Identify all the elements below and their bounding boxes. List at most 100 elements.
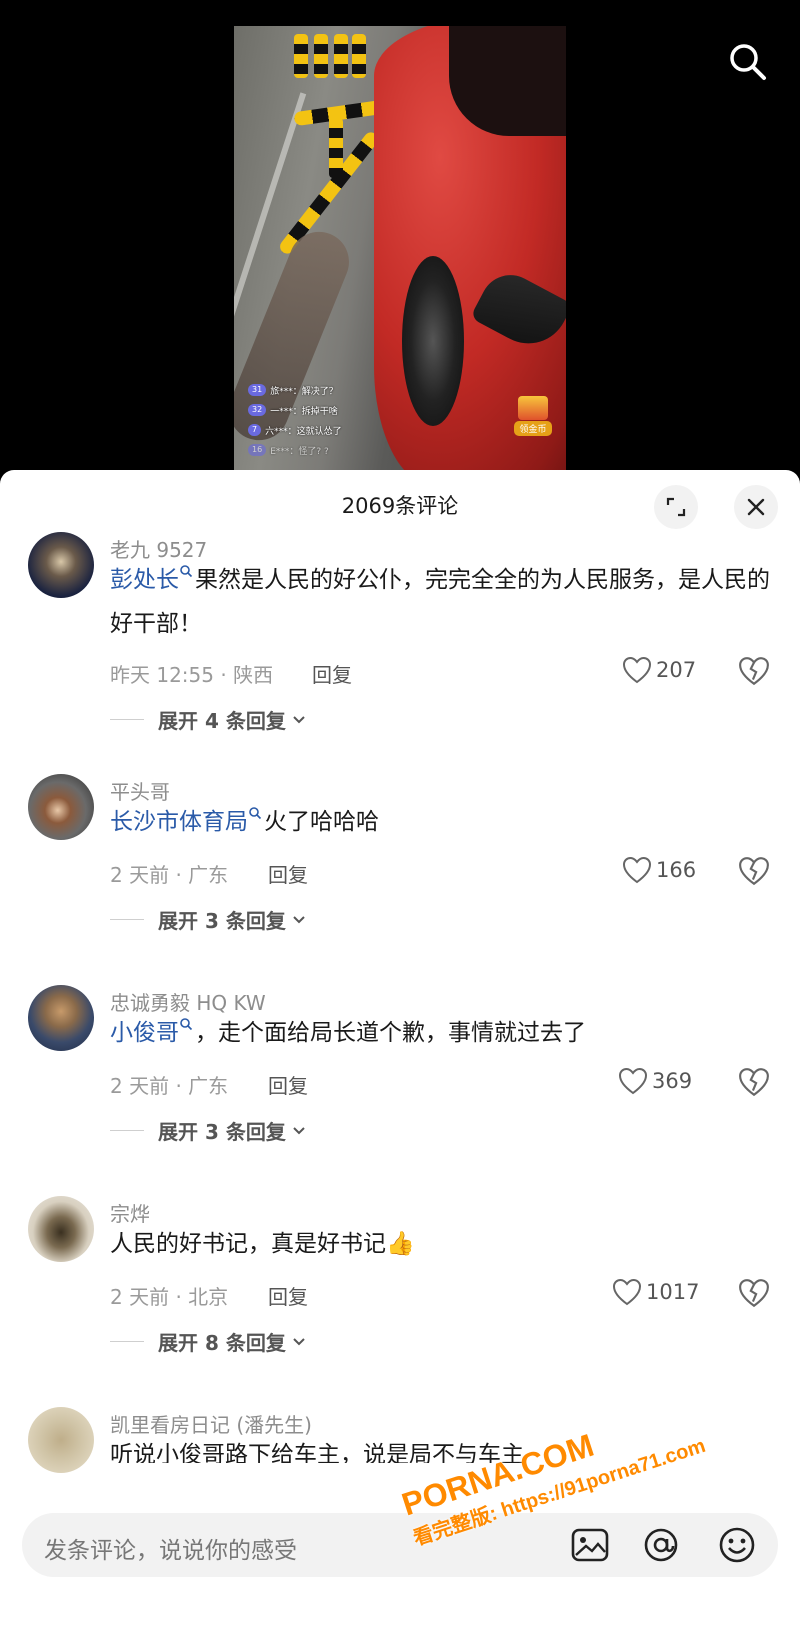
heart-icon: [622, 656, 652, 684]
expand-replies-label: 展开 3 条回复: [158, 1120, 286, 1144]
avatar[interactable]: [28, 1196, 94, 1262]
heart-icon: [618, 1067, 648, 1095]
chevron-down-icon: [293, 1126, 305, 1134]
level-badge: 31: [248, 384, 267, 396]
video-area[interactable]: 31 旅***：解决了？ 32 一***：拆掉干啥 7 六***：这就认怂了 1…: [0, 0, 800, 475]
dislike-button[interactable]: [738, 1067, 770, 1097]
at-icon: [644, 1528, 678, 1562]
danmaku-item: 16 E***：怪了? ?: [248, 440, 342, 460]
close-icon: [747, 498, 765, 516]
like-button[interactable]: 369: [618, 1067, 692, 1095]
search-mention-icon: [180, 565, 193, 578]
expand-panel-button[interactable]: [654, 485, 698, 529]
comment-text: 人民的好书记，真是好书记👍: [110, 1231, 415, 1257]
level-badge: 16: [248, 444, 267, 456]
level-badge: 32: [248, 404, 267, 416]
search-button[interactable]: [728, 42, 768, 82]
avatar[interactable]: [28, 774, 94, 840]
expand-replies-button[interactable]: 展开 8 条回复: [110, 1327, 306, 1356]
reply-button[interactable]: 回复: [268, 1281, 308, 1310]
avatar[interactable]: [28, 532, 94, 598]
like-button[interactable]: 207: [622, 656, 696, 684]
bollard: [314, 34, 328, 78]
mention-button[interactable]: [642, 1525, 680, 1565]
comment-text: 彭处长 果然是人民的好公仆，完完全全的为人民服务，是人民的好干部！: [110, 558, 770, 646]
dislike-button[interactable]: [738, 1278, 770, 1308]
like-count: 207: [656, 658, 697, 682]
expand-replies-button[interactable]: 展开 3 条回复: [110, 905, 306, 934]
bollard: [294, 34, 308, 78]
image-button[interactable]: [570, 1527, 610, 1563]
barrier-post: [329, 118, 343, 178]
collect-coins-button[interactable]: 领金币: [514, 396, 552, 436]
bollard: [334, 34, 348, 78]
expand-replies-button[interactable]: 展开 4 条回复: [110, 705, 306, 734]
expand-icon: [666, 497, 686, 517]
avatar[interactable]: [28, 985, 94, 1051]
image-icon: [571, 1528, 609, 1562]
broken-heart-icon: [739, 1279, 769, 1308]
danmaku-item: 32 一***：拆掉干啥: [248, 400, 342, 420]
expand-replies-button[interactable]: 展开 3 条回复: [110, 1116, 306, 1145]
emoji-button[interactable]: [717, 1525, 757, 1565]
danmaku-text: 旅***：解决了？: [270, 386, 338, 397]
comment-input-placeholder: 发条评论，说说你的感受: [44, 1538, 297, 1564]
video-thumbnail[interactable]: 31 旅***：解决了？ 32 一***：拆掉干啥 7 六***：这就认怂了 1…: [234, 26, 566, 475]
broken-heart-icon: [739, 657, 769, 686]
level-badge: 7: [248, 424, 262, 436]
comment-text: 听说小俊哥路下给车主，说是局不与车主: [110, 1442, 524, 1463]
comments-panel: 2069条评论 老九 9527 彭处长 果然是人民的好公仆，完完全全的为人民服务，…: [0, 470, 800, 1651]
like-count: 1017: [646, 1280, 700, 1304]
chevron-down-icon: [293, 715, 305, 723]
heart-icon: [622, 856, 652, 884]
danmaku-text: E***：怪了? ?: [270, 446, 329, 457]
search-mention-icon: [180, 1018, 193, 1031]
heart-icon: [612, 1278, 642, 1306]
danmaku-item: 7 六***：这就认怂了: [248, 420, 342, 440]
mention-link[interactable]: 小俊哥: [110, 1018, 195, 1046]
danmaku-list: 31 旅***：解决了？ 32 一***：拆掉干啥 7 六***：这就认怂了 1…: [248, 380, 342, 460]
danmaku-text: 六***：这就认怂了: [265, 426, 342, 437]
mention-link[interactable]: 长沙市体育局: [110, 807, 264, 835]
comment-time-location: 2 天前 · 广东: [110, 1074, 229, 1098]
comment-time-location: 昨天 12:55 · 陕西: [110, 663, 274, 687]
like-button[interactable]: 166: [622, 856, 696, 884]
broken-heart-icon: [739, 1068, 769, 1097]
search-icon: [730, 44, 766, 80]
danmaku-item: 31 旅***：解决了？: [248, 380, 342, 400]
divider-line: [110, 1341, 144, 1342]
danmaku-text: 一***：拆掉干啥: [270, 406, 338, 417]
emoji-icon: [719, 1527, 755, 1563]
dislike-button[interactable]: [738, 656, 770, 686]
dislike-button[interactable]: [738, 856, 770, 886]
comment-text: 小俊哥 ，走个面给局长道个歉，事情就过去了: [110, 1011, 770, 1055]
avatar[interactable]: [28, 1407, 94, 1473]
mention-link[interactable]: 彭处长: [110, 565, 195, 593]
bollard: [352, 34, 366, 78]
divider-line: [110, 919, 144, 920]
comment-input-bar: 发条评论，说说你的感受: [0, 1501, 800, 1651]
gift-box-icon: [518, 396, 548, 420]
like-button[interactable]: 1017: [612, 1278, 699, 1306]
broken-heart-icon: [739, 857, 769, 886]
chevron-down-icon: [293, 1337, 305, 1345]
collect-coins-label: 领金币: [514, 421, 552, 436]
close-panel-button[interactable]: [734, 485, 778, 529]
reply-button[interactable]: 回复: [312, 659, 352, 688]
like-count: 166: [656, 858, 697, 882]
chevron-down-icon: [293, 915, 305, 923]
expand-replies-label: 展开 4 条回复: [158, 709, 286, 733]
thumbs-up-emoji: 👍: [386, 1231, 415, 1257]
expand-replies-label: 展开 3 条回复: [158, 909, 286, 933]
like-count: 369: [652, 1069, 693, 1093]
comment-text: 长沙市体育局 火了哈哈哈: [110, 800, 770, 844]
divider-line: [110, 1130, 144, 1131]
reply-button[interactable]: 回复: [268, 859, 308, 888]
reply-button[interactable]: 回复: [268, 1070, 308, 1099]
car-wheel: [402, 256, 464, 426]
divider-line: [110, 719, 144, 720]
expand-replies-label: 展开 8 条回复: [158, 1331, 286, 1355]
comment-input[interactable]: 发条评论，说说你的感受: [22, 1513, 778, 1577]
comment-time-location: 2 天前 · 北京: [110, 1285, 229, 1309]
search-mention-icon: [249, 807, 262, 820]
